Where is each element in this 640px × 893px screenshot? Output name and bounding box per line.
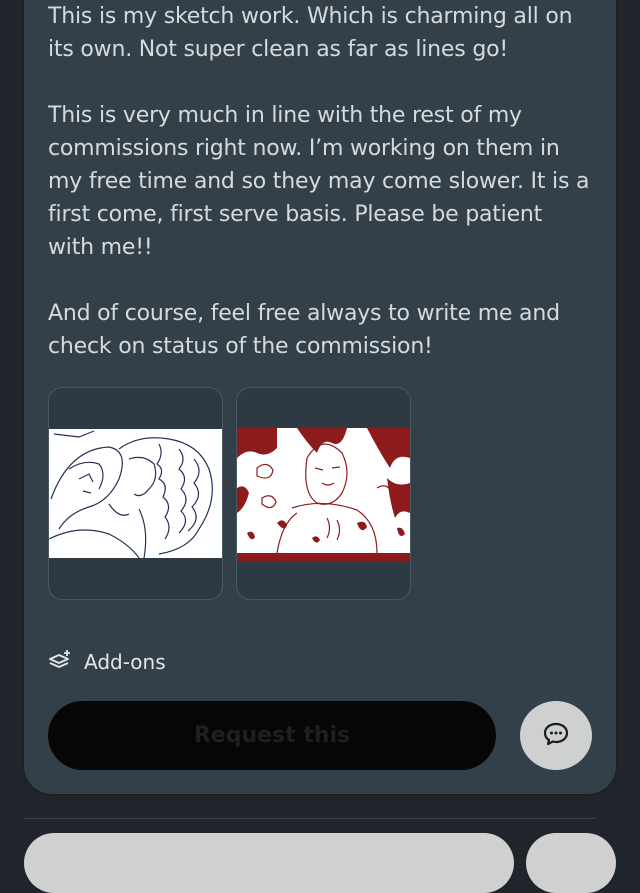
sketch-couple-image xyxy=(49,429,222,559)
example-gallery xyxy=(48,387,411,600)
addons-label: Add-ons xyxy=(84,649,166,674)
request-this-button[interactable]: Request this xyxy=(48,701,496,770)
sketch-red-figure-image xyxy=(237,428,410,561)
section-divider xyxy=(24,818,596,819)
bottom-secondary-button[interactable] xyxy=(526,833,616,893)
commission-description: This is my sketch work. Which is charmin… xyxy=(48,0,593,363)
description-paragraph-3: And of course, feel free always to write… xyxy=(48,301,560,359)
example-image-2[interactable] xyxy=(236,387,411,600)
description-paragraph-2: This is very much in line with the rest … xyxy=(48,103,590,260)
bottom-action-bar[interactable] xyxy=(24,833,514,893)
request-button-label: Request this xyxy=(193,723,351,748)
message-button[interactable] xyxy=(520,701,592,770)
description-paragraph-1: This is my sketch work. Which is charmin… xyxy=(48,4,573,62)
layers-plus-icon xyxy=(48,647,72,676)
example-image-1[interactable] xyxy=(48,387,223,600)
chat-bubble-icon xyxy=(543,722,569,750)
addons-row[interactable]: Add-ons xyxy=(48,647,166,676)
